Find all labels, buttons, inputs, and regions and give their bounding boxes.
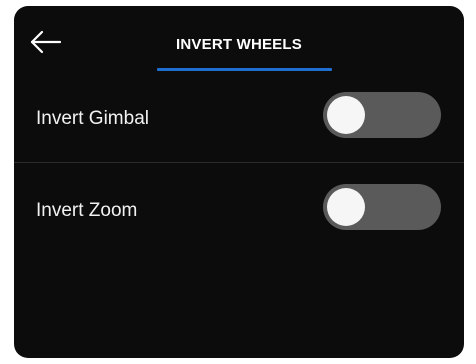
setting-label: Invert Zoom bbox=[36, 200, 138, 221]
invert-gimbal-toggle[interactable] bbox=[323, 92, 441, 138]
toggle-knob bbox=[327, 188, 365, 226]
settings-panel: INVERT WHEELS Invert Gimbal Invert Zoom bbox=[14, 6, 464, 358]
setting-label: Invert Gimbal bbox=[36, 108, 149, 129]
page-title: INVERT WHEELS bbox=[176, 36, 302, 53]
invert-zoom-toggle[interactable] bbox=[323, 184, 441, 230]
setting-row-invert-zoom: Invert Zoom bbox=[14, 166, 464, 250]
title-underline bbox=[157, 68, 332, 71]
setting-row-invert-gimbal: Invert Gimbal bbox=[14, 78, 464, 163]
header-bar: INVERT WHEELS bbox=[14, 6, 464, 76]
toggle-knob bbox=[327, 96, 365, 134]
